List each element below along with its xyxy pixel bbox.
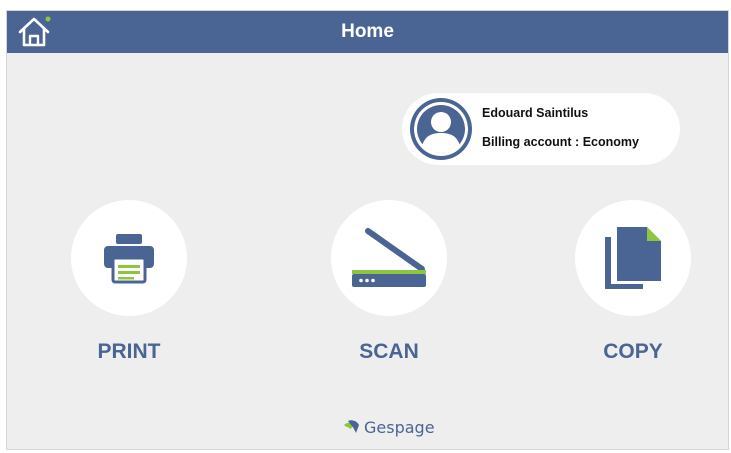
- copy-button[interactable]: COPY: [568, 200, 698, 370]
- user-card: Edouard Saintilus Billing account : Econ…: [402, 93, 680, 165]
- print-label: PRINT: [97, 340, 161, 363]
- printer-icon: [104, 234, 154, 284]
- header-bar: Home: [7, 11, 728, 53]
- scan-button[interactable]: SCAN: [324, 200, 454, 370]
- print-circle: [71, 200, 187, 316]
- copy-label: COPY: [603, 340, 663, 363]
- print-button[interactable]: PRINT: [64, 200, 194, 370]
- app-window: Home Edouard Saintilus Billing account :…: [6, 10, 729, 450]
- page-title: Home: [341, 21, 394, 42]
- billing-account: Billing account : Economy: [482, 135, 639, 149]
- user-name: Edouard Saintilus: [482, 106, 589, 120]
- copy-circle: [575, 200, 691, 316]
- copy-icon: [605, 227, 661, 289]
- gespage-logo-icon: [344, 420, 359, 433]
- brand-name: Gespage: [364, 417, 435, 437]
- scan-label: SCAN: [359, 340, 419, 363]
- scanner-icon: [352, 228, 426, 287]
- user-avatar-icon: [410, 98, 472, 160]
- gespage-logo: Gespage: [343, 414, 435, 440]
- scan-circle: [331, 200, 447, 316]
